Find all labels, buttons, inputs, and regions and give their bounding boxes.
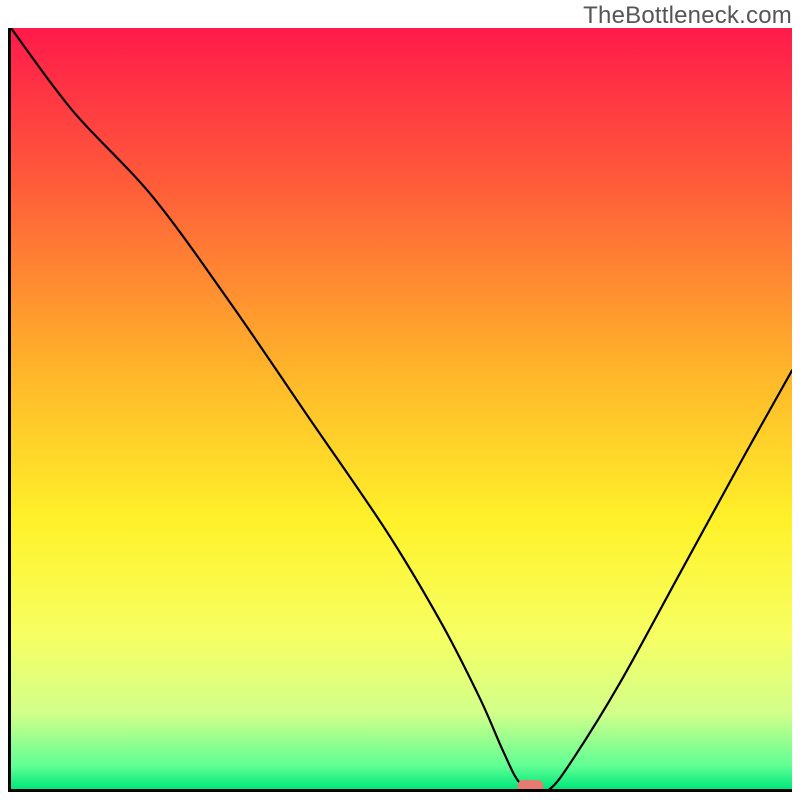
- gradient-background: [11, 28, 792, 789]
- chart-svg: [11, 28, 792, 789]
- watermark-text: TheBottleneck.com: [583, 2, 792, 30]
- chart-stage: TheBottleneck.com: [0, 0, 800, 800]
- plot-area: [8, 28, 792, 792]
- optimal-marker: [517, 780, 543, 789]
